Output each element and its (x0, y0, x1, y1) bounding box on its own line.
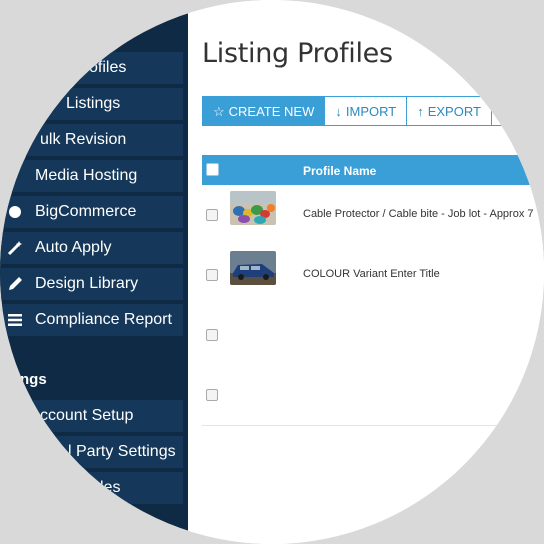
sidebar-item-compliance-report[interactable]: Compliance Report (0, 304, 183, 336)
sidebar-item-label: BigCommerce (35, 203, 137, 220)
thumbnail-cable-protectors (230, 191, 276, 225)
profile-name[interactable]: COLOUR Variant Enter Title (303, 268, 440, 280)
table-row[interactable] (202, 365, 544, 426)
sidebar-item-label: l Party Settings (68, 443, 176, 460)
profile-name[interactable]: Cable Protector / Cable bite - Job lot -… (303, 208, 534, 220)
select-all-checkbox[interactable] (206, 163, 219, 176)
sidebar: ofiles Listings ulk Revision Media Hosti… (0, 0, 188, 544)
export-button[interactable]: ↑ EXPORT (406, 96, 492, 126)
row-checkbox[interactable] (206, 329, 218, 341)
sidebar-item-label: ofiles (89, 59, 127, 76)
sidebar-section-heading: ngs (20, 371, 47, 388)
column-header-profile-name[interactable]: Profile Name (303, 164, 376, 178)
sidebar-item-bigcommerce[interactable]: BigCommerce (0, 196, 183, 228)
sidebar-item-media-hosting[interactable]: Media Hosting (0, 160, 183, 192)
sidebar-item-profiles[interactable]: ofiles (0, 52, 183, 84)
table-header: Profile Name (202, 155, 544, 185)
arrow-up-icon: ↑ (417, 104, 424, 119)
sidebar-item-label: Design Library (35, 275, 139, 292)
pencil-icon (4, 268, 26, 300)
sidebar-item-label: Media Hosting (35, 167, 138, 184)
page-title: Listing Profiles (202, 38, 393, 69)
sidebar-item-label: Compliance Report (35, 311, 172, 328)
sidebar-item-label: Auto Apply (35, 239, 112, 256)
row-checkbox[interactable] (206, 269, 218, 281)
table-row[interactable] (202, 305, 544, 366)
bigcommerce-icon (4, 196, 26, 228)
arrow-down-icon: ↓ (335, 104, 342, 119)
sidebar-item-account-setup[interactable]: ccount Setup (0, 400, 183, 432)
sidebar-item-bulk-revision[interactable]: ulk Revision (0, 124, 183, 156)
create-new-button[interactable]: ☆ CREATE NEW (202, 96, 326, 126)
sidebar-item-design-library[interactable]: Design Library (0, 268, 183, 300)
more-button[interactable] (490, 96, 503, 126)
list-icon (4, 304, 26, 336)
star-icon: ☆ (213, 104, 225, 119)
sidebar-item-auto-apply[interactable]: Auto Apply (0, 232, 183, 264)
toolbar: ☆ CREATE NEW ↓ IMPORT ↑ EXPORT (202, 96, 503, 126)
thumbnail-car-photo (230, 251, 276, 285)
wand-icon (4, 232, 26, 264)
import-button[interactable]: ↓ IMPORT (324, 96, 408, 126)
sidebar-item-third-party-settings[interactable]: l Party Settings (0, 436, 183, 468)
sidebar-item-roles[interactable]: les (0, 472, 183, 504)
row-checkbox[interactable] (206, 209, 218, 221)
table-row[interactable]: Cable Protector / Cable bite - Job lot -… (202, 185, 544, 246)
table-row[interactable]: COLOUR Variant Enter Title (202, 245, 544, 306)
row-checkbox[interactable] (206, 389, 218, 401)
sidebar-item-label: les (100, 479, 121, 496)
sidebar-item-listings[interactable]: Listings (0, 88, 183, 120)
main-content: Listing Profiles ☆ CREATE NEW ↓ IMPORT ↑ EX… (188, 0, 544, 544)
sidebar-item-label: ccount Setup (40, 407, 134, 424)
sidebar-item-label: Listings (66, 95, 121, 112)
sidebar-item-label: ulk Revision (40, 131, 127, 148)
circular-frame: ofiles Listings ulk Revision Media Hosti… (0, 0, 544, 544)
